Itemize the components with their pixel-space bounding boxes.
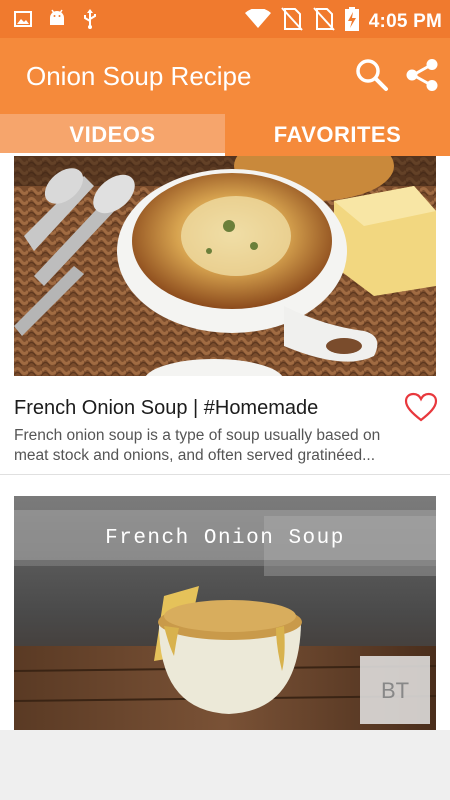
tab-favorites[interactable]: FAVORITES [225, 114, 450, 156]
no-sim-icon [281, 7, 303, 36]
notification-icons [14, 9, 98, 34]
share-icon [406, 59, 438, 91]
tab-videos[interactable]: VIDEOS [0, 114, 225, 156]
app-bar: Onion Soup Recipe [0, 38, 450, 114]
thumbnail-title: French Onion Soup [105, 527, 345, 550]
no-sim-icon [313, 7, 335, 36]
favorite-button[interactable] [404, 392, 438, 422]
video-description-line: meat stock and onions, and often served … [14, 447, 376, 464]
app-bar-actions [354, 56, 440, 94]
app-title: Onion Soup Recipe [26, 61, 252, 91]
heart-icon [404, 392, 438, 422]
battery-charging-icon [344, 7, 359, 36]
status-bar: 4:05 PM [0, 0, 450, 38]
tab-bar: VIDEOS FAVORITES [0, 114, 450, 156]
video-list[interactable]: French Onion Soup | #Homemade French oni… [0, 156, 450, 730]
card-separator [0, 474, 450, 496]
system-icons: 4:05 PM [244, 7, 442, 36]
share-button[interactable] [404, 56, 440, 94]
video-thumbnail[interactable]: BT French Onion Soup [14, 496, 436, 730]
video-description: French onion soup is a type of soup usua… [14, 426, 424, 466]
video-title[interactable]: French Onion Soup | #Homemade [14, 395, 318, 421]
video-card[interactable]: French Onion Soup | #Homemade French oni… [0, 156, 450, 474]
search-icon [356, 59, 388, 91]
video-thumbnail[interactable] [14, 156, 436, 376]
clock: 4:05 PM [368, 10, 442, 32]
android-icon [48, 9, 66, 34]
wifi-icon [244, 7, 271, 34]
watermark-text: BT [381, 678, 409, 703]
usb-icon [82, 9, 98, 34]
video-card[interactable]: BT French Onion Soup [0, 496, 450, 730]
video-description-line: French onion soup is a type of soup usua… [14, 427, 381, 444]
bottom-empty-area [0, 730, 450, 800]
search-button[interactable] [354, 56, 390, 94]
image-icon [14, 10, 32, 33]
